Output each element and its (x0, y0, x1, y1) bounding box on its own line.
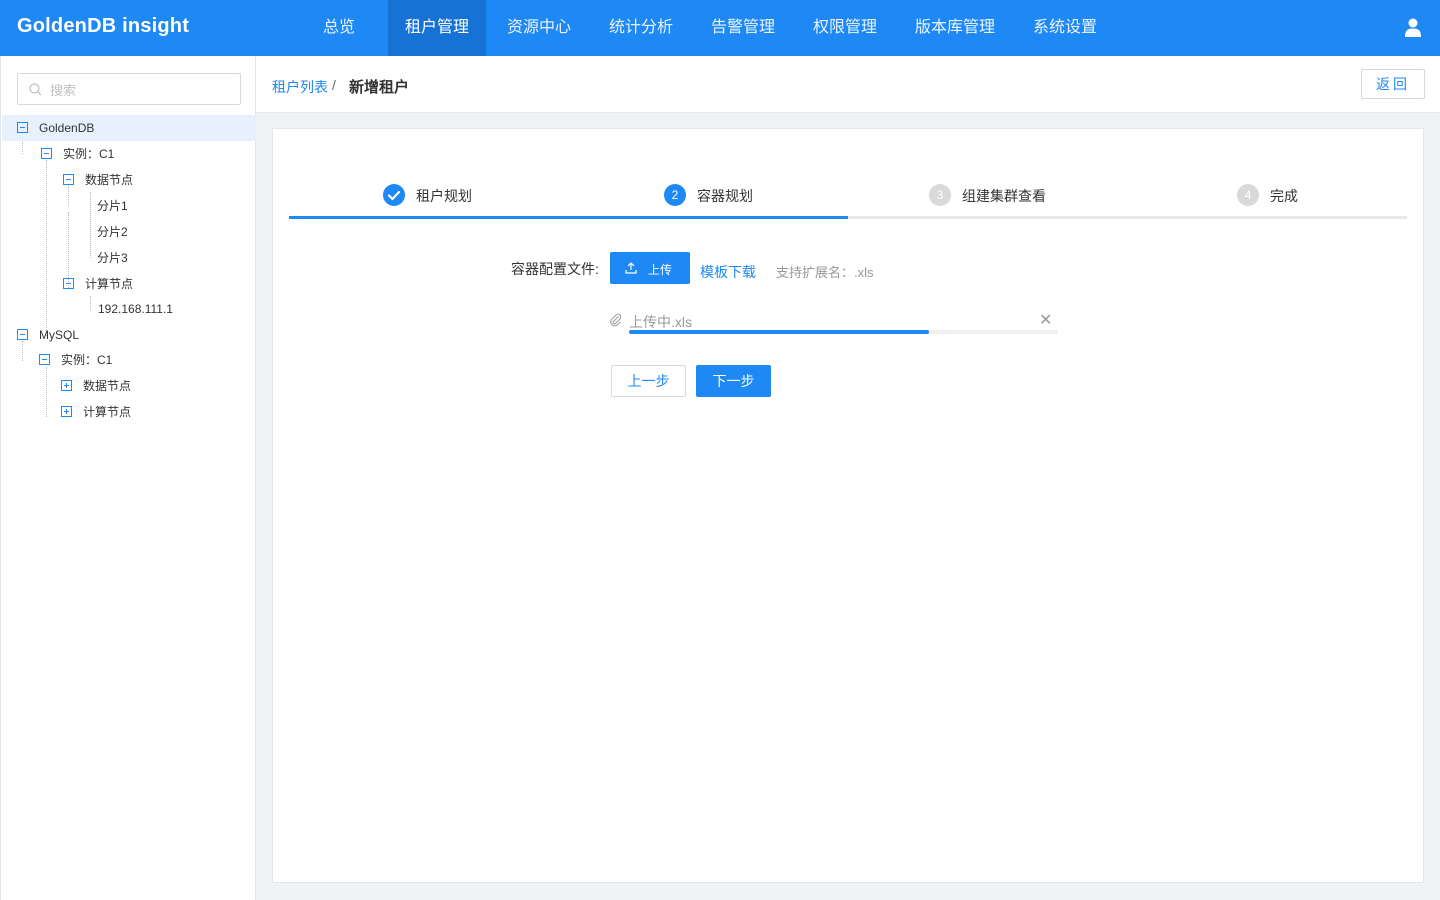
search-icon (29, 83, 42, 96)
upload-icon (625, 262, 637, 274)
back-button[interactable]: 返回 (1361, 69, 1425, 99)
step-label: 容器规划 (697, 188, 753, 204)
collapse-icon[interactable] (17, 122, 28, 133)
paperclip-icon (610, 313, 622, 327)
tree-node-mysql-instance[interactable]: 实例：C1 (1, 347, 256, 373)
step-label: 完成 (1270, 188, 1298, 204)
collapse-icon[interactable] (39, 354, 50, 365)
step-label: 组建集群查看 (962, 188, 1046, 204)
nav-version-repository[interactable]: 版本库管理 (894, 0, 1016, 56)
collapse-icon[interactable] (17, 329, 28, 340)
tree-node-shard1[interactable]: 分片1 (1, 193, 256, 219)
tree-node-mysql-data-nodes[interactable]: 数据节点 (1, 373, 256, 399)
step-number: 2 (664, 184, 686, 206)
file-progress-track (629, 330, 1058, 334)
nav-resource-center[interactable]: 资源中心 (486, 0, 592, 56)
steps-progress-fill (289, 216, 848, 219)
step-number: 4 (1237, 184, 1259, 206)
close-icon[interactable]: ✕ (1039, 310, 1052, 330)
tree-node-label: 计算节点 (83, 405, 132, 419)
step-label: 租户规划 (416, 188, 472, 204)
tree-node-goldendb-instance[interactable]: 实例：C1 (1, 141, 256, 167)
page-title: 新增租户 (349, 79, 410, 96)
sidebar: GoldenDB 实例：C1 数据节点 分片1 分片2 分片3 计算节点 192… (0, 56, 256, 900)
tree-node-mysql[interactable]: MySQL (1, 322, 256, 348)
tree-node-label: GoldenDB (39, 121, 95, 135)
collapse-icon[interactable] (41, 148, 52, 159)
tree-node-label: 分片1 (97, 199, 128, 213)
tree-node-label: 计算节点 (85, 277, 134, 291)
tree-node-label: 实例：C1 (63, 147, 115, 161)
nav-overview[interactable]: 总览 (290, 0, 388, 56)
sidebar-search[interactable] (17, 73, 241, 105)
template-download-link[interactable]: 模板下载 (700, 262, 756, 282)
tree-node-label: 分片3 (97, 251, 128, 265)
nav-tenant-management[interactable]: 租户管理 (388, 0, 486, 56)
breadcrumb-tenant-list[interactable]: 租户列表 (272, 77, 328, 97)
file-progress-fill (629, 330, 930, 334)
nav-permission-management[interactable]: 权限管理 (796, 0, 894, 56)
tree-node-label: 分片2 (97, 225, 128, 239)
expand-icon[interactable] (61, 380, 72, 391)
steps-progress-track (289, 216, 1407, 219)
tree-node-goldendb-data-nodes[interactable]: 数据节点 (1, 167, 256, 193)
nav-system-settings[interactable]: 系统设置 (1016, 0, 1114, 56)
search-input[interactable] (50, 80, 230, 100)
step-number: 3 (929, 184, 951, 206)
tree-node-label: 实例：C1 (61, 353, 113, 367)
app-brand: GoldenDB insight (17, 15, 190, 37)
file-name: 上传中.xls (629, 314, 692, 330)
tree-node-shard2[interactable]: 分片2 (1, 219, 256, 245)
nav-statistics[interactable]: 统计分析 (592, 0, 690, 56)
expand-icon[interactable] (61, 406, 72, 417)
upload-button-label: 上传 (648, 263, 673, 277)
top-nav-bar: GoldenDB insight 总览 租户管理 资源中心 统计分析 告警管理 … (0, 0, 1440, 56)
tree-node-goldendb[interactable]: GoldenDB (2, 115, 256, 141)
upload-button[interactable]: 上传 (610, 252, 690, 284)
tree-node-label: MySQL (39, 328, 80, 342)
collapse-icon[interactable] (63, 278, 74, 289)
breadcrumb: 租户列表 / 新增租户 返回 (256, 56, 1440, 113)
collapse-icon[interactable] (63, 174, 74, 185)
tree-node-compute-ip[interactable]: 192.168.111.1 (1, 296, 256, 322)
upload-file-item: 上传中.xls ✕ (610, 310, 1058, 334)
breadcrumb-separator: / (332, 77, 336, 93)
next-step-button[interactable]: 下一步 (696, 365, 771, 397)
tree-node-mysql-compute-nodes[interactable]: 计算节点 (1, 399, 256, 425)
tree-node-label: 192.168.111.1 (98, 302, 173, 316)
tree-node-goldendb-compute-nodes[interactable]: 计算节点 (1, 271, 256, 297)
check-icon (383, 184, 405, 206)
container-config-label: 容器配置文件: (511, 261, 599, 277)
tree-node-label: 数据节点 (83, 379, 132, 393)
extension-hint: 支持扩展名：.xls (776, 265, 874, 280)
main-nav: 总览 租户管理 资源中心 统计分析 告警管理 权限管理 版本库管理 系统设置 (290, 0, 1114, 56)
tree-node-label: 数据节点 (85, 173, 134, 187)
prev-step-button[interactable]: 上一步 (611, 365, 686, 397)
user-icon[interactable] (1405, 18, 1421, 37)
nav-alarm-management[interactable]: 告警管理 (690, 0, 796, 56)
tree-node-shard3[interactable]: 分片3 (1, 245, 256, 271)
wizard-card: 租户规划 2 容器规划 3 组建集群查看 4 完成 容器配置文件: 上传 模板下… (272, 128, 1424, 883)
